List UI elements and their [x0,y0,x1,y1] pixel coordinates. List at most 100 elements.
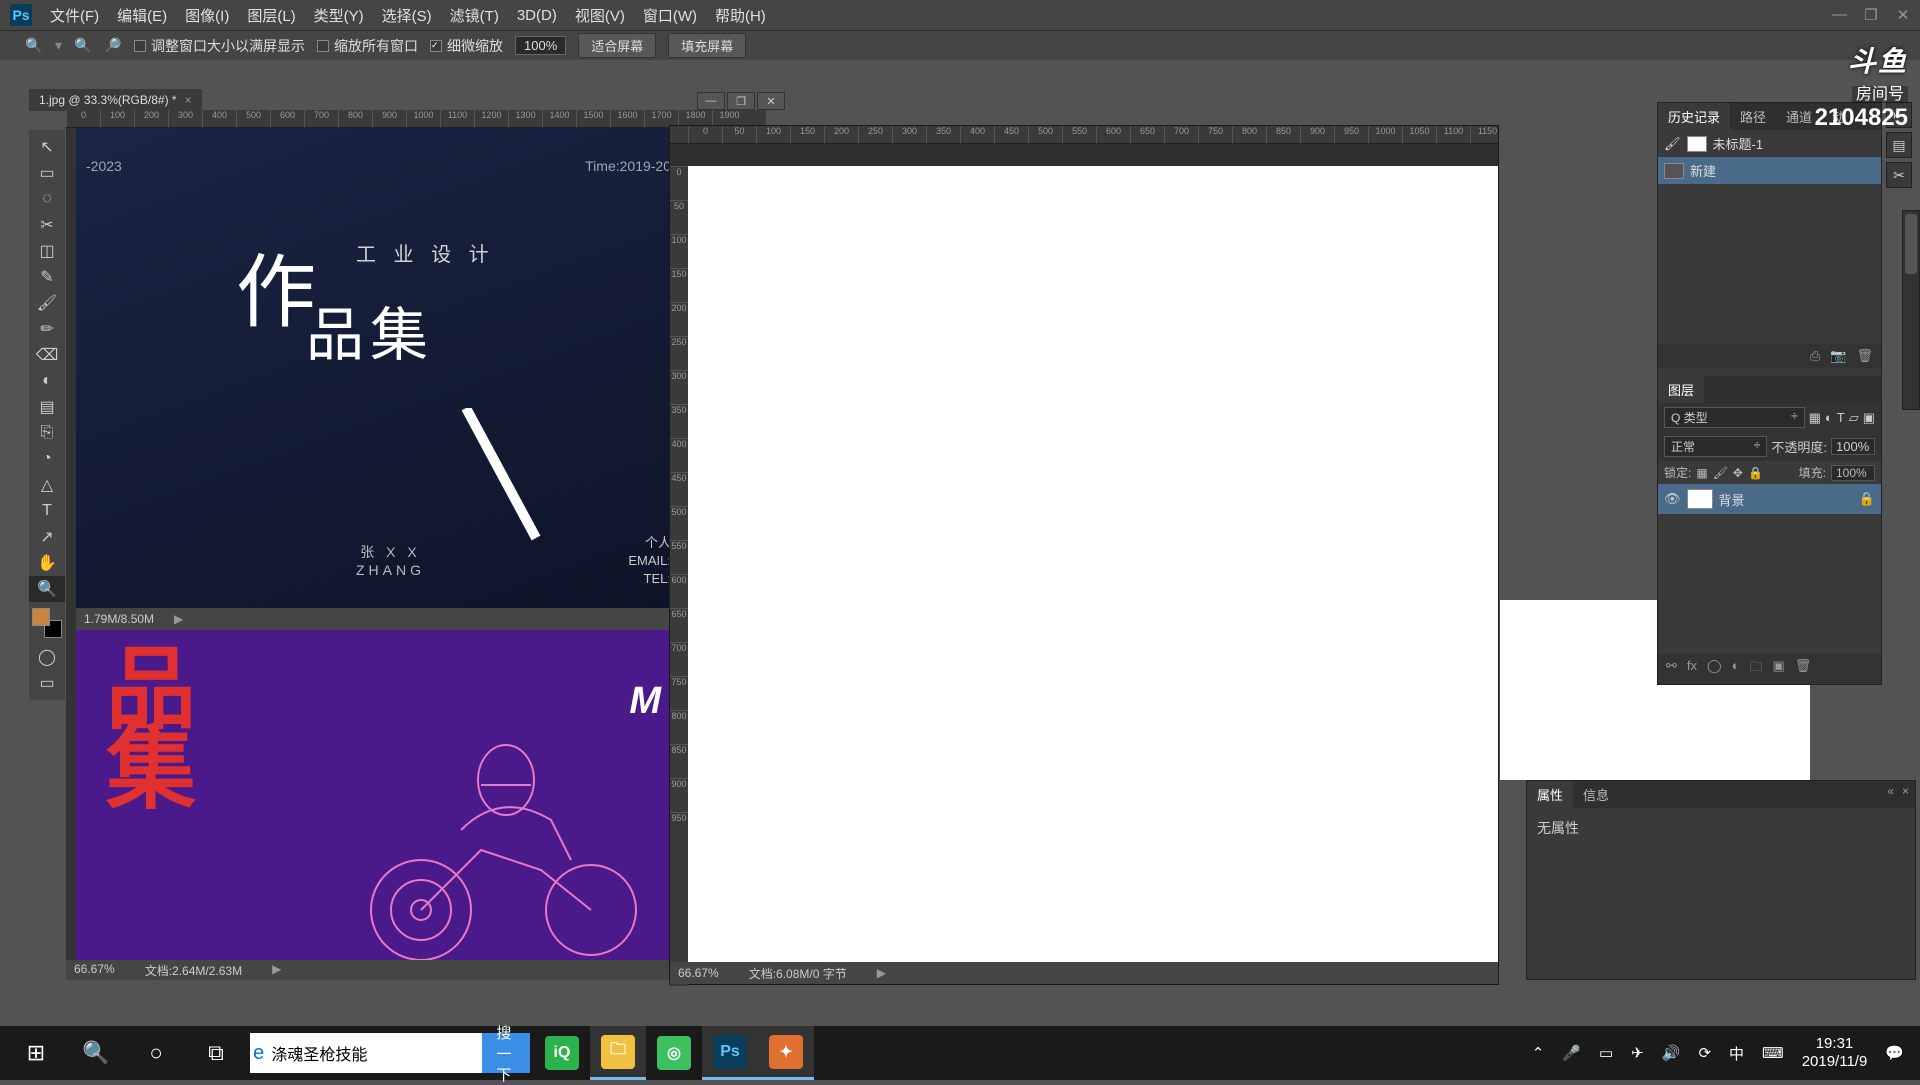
tray-headset-icon[interactable]: ▭ [1599,1044,1613,1062]
doc1-bottom-arrow-icon[interactable]: ▶ [272,962,281,978]
tray-sync-icon[interactable]: ⟳ [1698,1044,1711,1062]
tray-keyboard-icon[interactable]: ⌨ [1762,1044,1784,1062]
doc2-zoom-value[interactable]: 66.67% [678,966,719,980]
zoom-tool-icon[interactable]: 🔍 [25,37,43,55]
group-icon[interactable]: 🗀 [1749,658,1762,680]
menu-view[interactable]: 视图(V) [575,5,625,26]
history-tab[interactable]: 历史记录 [1658,103,1730,130]
doc1-maximize[interactable]: ❐ [727,92,755,110]
menu-edit[interactable]: 编辑(E) [117,5,167,26]
layer-thumbnail[interactable] [1687,489,1713,509]
scrubby-zoom-checkbox[interactable] [430,40,442,52]
zoom-in-icon[interactable]: 🔍 [74,37,92,55]
filter-smart-icon[interactable]: ▣ [1863,410,1875,426]
blur-tool[interactable]: ◔ [29,446,65,472]
cortana-button[interactable]: ○ [126,1026,186,1080]
quick-mask-icon[interactable]: ◯ [29,644,65,670]
panel-close-icon[interactable]: × [1902,784,1909,798]
zoom-tool[interactable]: 🔍 [29,576,65,602]
history-camera-icon[interactable]: 📷 [1830,348,1846,364]
eyedropper-tool[interactable]: ✎ [29,264,65,290]
lock-position-icon[interactable]: ✥ [1733,466,1743,480]
tray-chevron-icon[interactable]: ⌃ [1532,1044,1545,1062]
menu-layer[interactable]: 图层(L) [247,5,295,26]
tray-notifications-icon[interactable]: 💬 [1885,1044,1904,1062]
app-other[interactable]: ✦ [758,1026,814,1080]
maximize-button[interactable]: ❐ [1864,6,1878,24]
doc2-status-arrow-icon[interactable]: ▶ [877,966,886,980]
hand-tool[interactable]: ✋ [29,550,65,576]
tray-ime[interactable]: 中 [1729,1043,1744,1064]
app-photoshop[interactable]: Ps [702,1026,758,1080]
layers-tab[interactable]: 图层 [1658,376,1704,403]
document-tab[interactable]: 1.jpg @ 33.3%(RGB/8#) * × [29,89,202,111]
layer-lock-icon[interactable]: 🔒 [1859,491,1875,507]
filter-adjust-icon[interactable]: ◐ [1825,410,1833,425]
search-button[interactable]: 🔍 [66,1026,126,1080]
filter-pixel-icon[interactable]: ▦ [1809,410,1821,426]
doc1-zoom-value[interactable]: 66.67% [74,962,115,978]
doc1-status-arrow-icon[interactable]: ▶ [174,612,183,626]
history-new-snapshot-icon[interactable]: ⎙ [1810,348,1820,364]
doc2-canvas[interactable] [688,166,1498,962]
lock-pixels-icon[interactable]: 🖌 [1713,466,1728,480]
zoom-all-checkbox[interactable] [317,40,329,52]
path-select-tool[interactable]: ↗ [29,524,65,550]
document-2-window[interactable]: 0501001502002503003504004505005506006507… [669,125,1499,985]
tray-mic-icon[interactable]: 🎤 [1562,1044,1581,1062]
history-brush-tool[interactable]: ⎘ [29,420,65,446]
layer-name[interactable]: 背景 [1719,490,1745,509]
lock-transparent-icon[interactable]: ▦ [1696,466,1707,480]
history-snapshot-row[interactable]: 🖌 未标题-1 [1658,130,1881,157]
marquee-tool[interactable]: ▭ [29,160,65,186]
properties-tab[interactable]: 属性 [1527,781,1573,808]
doc1-minimize[interactable]: — [697,92,725,110]
crop-tool[interactable]: ◫ [29,238,65,264]
blend-mode-dropdown[interactable]: 正常÷ [1664,436,1767,457]
text-tool[interactable]: T [29,498,65,524]
minimize-button[interactable]: — [1832,6,1846,24]
history-state-row[interactable]: 新建 [1658,157,1881,184]
lock-all-icon[interactable]: 🔒 [1748,466,1763,480]
layer-row-background[interactable]: 👁 背景 🔒 [1658,484,1881,514]
start-button[interactable]: ⊞ [6,1026,66,1080]
fx-icon[interactable]: fx [1687,658,1697,680]
gradient-tool[interactable]: ◐ [29,368,65,394]
layer-visibility-icon[interactable]: 👁 [1664,491,1681,507]
mask-icon[interactable]: ◯ [1707,658,1722,680]
eraser-tool[interactable]: ⌫ [29,342,65,368]
move-tool[interactable]: ↖ [29,134,65,160]
app-explorer[interactable]: 🗀 [590,1026,646,1080]
tray-clock[interactable]: 19:31 2019/11/9 [1802,1035,1868,1071]
fill-input[interactable]: 100% [1831,465,1875,481]
pencil-tool[interactable]: ✏ [29,316,65,342]
close-tab-icon[interactable]: × [185,93,192,107]
strip-color-icon[interactable]: ▤ [1886,132,1912,158]
fit-screen-button[interactable]: 适合屏幕 [578,33,656,58]
app-iqiyi[interactable]: iQ [534,1026,590,1080]
tray-airplane-icon[interactable]: ✈ [1631,1044,1644,1062]
new-layer-icon[interactable]: ▣ [1772,658,1784,680]
history-trash-icon[interactable]: 🗑 [1856,348,1873,364]
resize-window-checkbox[interactable] [134,40,146,52]
doc1-close[interactable]: ✕ [757,92,785,110]
menu-help[interactable]: 帮助(H) [715,5,766,26]
search-input[interactable] [267,1044,482,1062]
close-button[interactable]: ✕ [1896,6,1910,24]
menu-window[interactable]: 窗口(W) [643,5,697,26]
menu-file[interactable]: 文件(F) [50,5,99,26]
link-layers-icon[interactable]: ⚯ [1666,658,1677,680]
filter-shape-icon[interactable]: ▱ [1849,410,1859,426]
menu-3d[interactable]: 3D(D) [517,7,557,24]
zoom-out-icon[interactable]: 🔎 [104,37,122,55]
opacity-input[interactable]: 100% [1831,438,1875,455]
zoom-100-button[interactable]: 100% [515,36,566,55]
layers-filter-dropdown[interactable]: Q 类型÷ [1664,407,1805,428]
right-scrollbar[interactable] [1902,210,1920,410]
brush-tool[interactable]: 🖌 [29,290,65,316]
paths-tab[interactable]: 路径 [1730,103,1776,130]
menu-image[interactable]: 图像(I) [185,5,229,26]
delete-layer-icon[interactable]: 🗑 [1795,658,1812,680]
screen-mode-icon[interactable]: ▭ [29,670,65,696]
panel-collapse-icon[interactable]: « [1887,784,1894,798]
